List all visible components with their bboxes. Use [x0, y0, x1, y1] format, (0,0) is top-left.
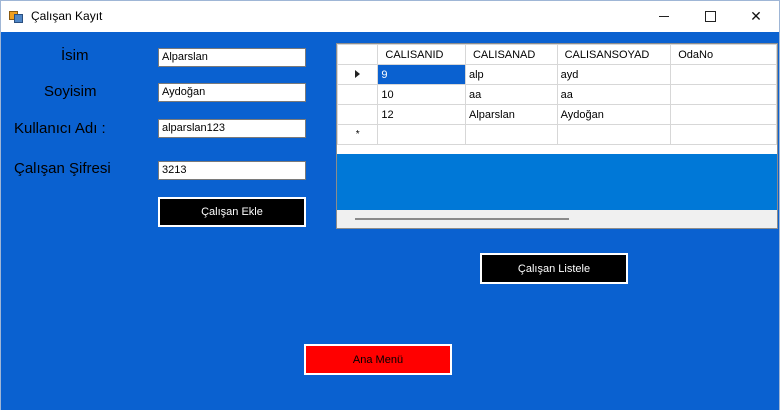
grid-header-row: CALISANID CALISANAD CALISANSOYAD OdaNo — [337, 44, 777, 65]
cell-calisanad[interactable]: alp — [464, 64, 558, 85]
cell-odano[interactable] — [670, 64, 777, 85]
main-window: Çalışan Kayıt ✕ İsim Alparslan Soyisim A… — [0, 0, 780, 410]
cell-new[interactable] — [556, 124, 672, 145]
cell-new[interactable] — [464, 124, 558, 145]
cell-new[interactable] — [377, 124, 466, 145]
current-row-arrow-icon — [355, 69, 361, 78]
calisan-sifresi-label: Çalışan Şifresi — [14, 160, 111, 177]
app-icon — [9, 9, 23, 23]
cell-calisanid[interactable]: 10 — [377, 84, 466, 105]
maximize-button[interactable] — [687, 1, 733, 32]
calisan-sifresi-input[interactable]: 3213 — [158, 161, 306, 180]
form-client-area: İsim Alparslan Soyisim Aydoğan Kullanıcı… — [1, 32, 779, 410]
new-row[interactable]: * — [337, 124, 777, 145]
table-row[interactable]: 12 Alparslan Aydoğan — [337, 104, 777, 125]
cell-odano[interactable] — [670, 84, 777, 105]
column-header-calisanid[interactable]: CALISANID — [377, 44, 466, 65]
calisan-data-grid[interactable]: CALISANID CALISANAD CALISANSOYAD OdaNo 9… — [336, 43, 778, 229]
soyisim-label: Soyisim — [44, 83, 97, 100]
calisan-ekle-button[interactable]: Çalışan Ekle — [158, 197, 306, 227]
maximize-icon — [704, 11, 716, 22]
title-bar[interactable]: Çalışan Kayıt ✕ — [1, 1, 779, 32]
kullanici-adi-input[interactable]: alparslan123 — [158, 119, 306, 138]
calisan-listele-button[interactable]: Çalışan Listele — [480, 253, 628, 284]
close-icon: ✕ — [750, 8, 762, 24]
horizontal-scrollbar[interactable] — [337, 210, 777, 228]
cell-odano[interactable] — [670, 104, 777, 125]
cell-calisansoyad[interactable]: aa — [556, 84, 672, 105]
window-title: Çalışan Kayıt — [31, 9, 103, 23]
isim-input[interactable]: Alparslan — [158, 48, 306, 67]
soyisim-input[interactable]: Aydoğan — [158, 83, 306, 102]
table-row[interactable]: 10 aa aa — [337, 84, 777, 105]
cell-calisanid[interactable]: 9 — [377, 64, 466, 85]
new-row-star-icon[interactable]: * — [337, 124, 379, 145]
isim-label: İsim — [61, 47, 89, 64]
column-header-odano[interactable]: OdaNo — [670, 44, 777, 65]
ana-menu-button[interactable]: Ana Menü — [304, 344, 452, 375]
row-header[interactable] — [337, 84, 379, 105]
row-header[interactable] — [337, 104, 379, 125]
cell-calisanad[interactable]: Alparslan — [464, 104, 558, 125]
cell-calisansoyad[interactable]: ayd — [556, 64, 672, 85]
grid-empty-area — [337, 154, 777, 210]
kullanici-adi-label: Kullanıcı Adı : — [14, 120, 106, 137]
grid-corner-header — [337, 44, 379, 65]
minimize-icon — [659, 16, 669, 17]
column-header-calisanad[interactable]: CALISANAD — [464, 44, 558, 65]
cell-calisansoyad[interactable]: Aydoğan — [556, 104, 672, 125]
cell-new[interactable] — [670, 124, 777, 145]
close-button[interactable]: ✕ — [733, 1, 779, 32]
scrollbar-thumb[interactable] — [355, 218, 569, 220]
cell-calisanid[interactable]: 12 — [377, 104, 466, 125]
column-header-calisansoyad[interactable]: CALISANSOYAD — [556, 44, 672, 65]
table-row[interactable]: 9 alp ayd — [337, 64, 777, 85]
row-header-current[interactable] — [337, 64, 379, 85]
minimize-button[interactable] — [641, 1, 687, 32]
grid-table: CALISANID CALISANAD CALISANSOYAD OdaNo 9… — [337, 44, 777, 145]
cell-calisanad[interactable]: aa — [464, 84, 558, 105]
